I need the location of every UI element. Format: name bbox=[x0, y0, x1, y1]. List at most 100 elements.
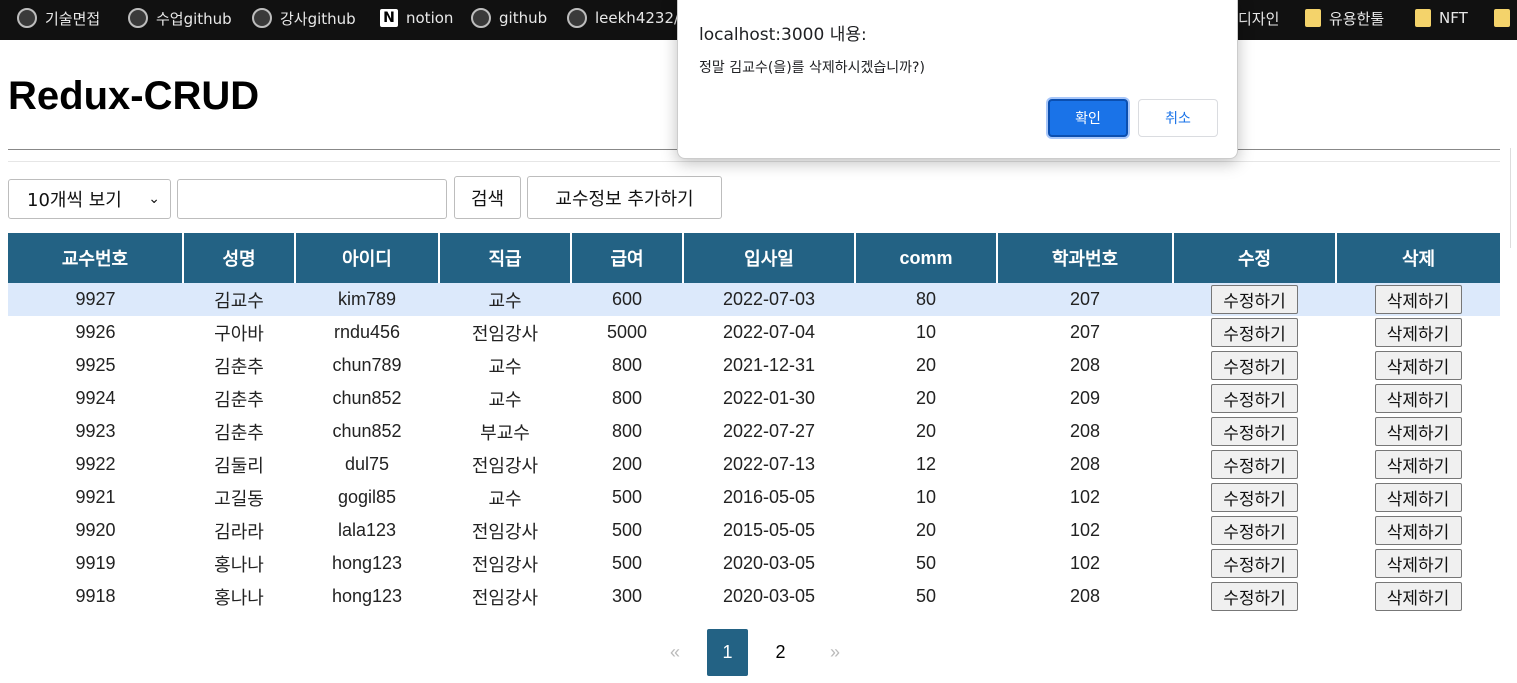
cell-professor-id: 9924 bbox=[75, 388, 116, 408]
edit-button[interactable]: 수정하기 bbox=[1211, 483, 1298, 512]
column-header: 교수번호 bbox=[8, 233, 184, 283]
cell-userid: chun789 bbox=[332, 355, 402, 375]
edit-button[interactable]: 수정하기 bbox=[1211, 549, 1298, 578]
search-button[interactable]: 검색 bbox=[454, 176, 521, 219]
delete-button[interactable]: 삭제하기 bbox=[1374, 483, 1462, 512]
bookmark-item[interactable]: leekh4232/m bbox=[567, 0, 694, 36]
bookmark-item[interactable]: 기술면접 bbox=[17, 0, 100, 36]
cell-deptno: 102 bbox=[1069, 487, 1101, 507]
column-header: 삭제 bbox=[1336, 233, 1500, 283]
pagination-page-2[interactable]: 2 bbox=[760, 629, 801, 676]
bookmark-item[interactable]: NFT bbox=[1415, 0, 1468, 36]
edit-button[interactable]: 수정하기 bbox=[1211, 318, 1298, 347]
edit-button[interactable]: 수정하기 bbox=[1211, 285, 1298, 314]
side-panel-edge bbox=[1510, 148, 1517, 248]
table-row: 9926 구아바 rndu456 전임강사 5000 2022-07-04 10 207 수정하… bbox=[8, 316, 1500, 349]
delete-button[interactable]: 삭제하기 bbox=[1374, 285, 1462, 314]
cell-action: 수정하기 bbox=[1173, 448, 1336, 481]
pagination-next[interactable]: » bbox=[824, 629, 846, 676]
bookmark-label: 수업github bbox=[156, 9, 232, 28]
cell-position: 교수 bbox=[488, 488, 522, 509]
cell-comm: 10 bbox=[915, 487, 937, 507]
table-row: 9920 김라라 lala123 전임강사 500 2015-05-05 20 102 수정하기… bbox=[8, 514, 1500, 547]
column-header: comm bbox=[855, 233, 998, 283]
edit-button[interactable]: 수정하기 bbox=[1211, 450, 1298, 479]
delete-button[interactable]: 삭제하기 bbox=[1374, 384, 1462, 413]
table-row: 9918 홍나나 hong123 전임강사 300 2020-03-05 50 208 수정하기… bbox=[8, 580, 1500, 613]
cell-action: 수정하기 bbox=[1173, 547, 1336, 580]
edit-button[interactable]: 수정하기 bbox=[1211, 582, 1298, 611]
cell-deptno: 207 bbox=[997, 283, 1173, 316]
delete-button[interactable]: 삭제하기 bbox=[1374, 318, 1462, 347]
cell-professor-id: 9918 bbox=[75, 586, 116, 606]
cell-userid: hong123 bbox=[331, 553, 403, 573]
cell-salary: 500 bbox=[611, 553, 643, 573]
folder-icon bbox=[1494, 9, 1510, 27]
cell-hiredate: 2022-07-27 bbox=[722, 421, 816, 441]
dialog-message: 정말 김교수(을)를 삭제하시겠습니까?) bbox=[699, 60, 925, 76]
add-professor-button[interactable]: 교수정보 추가하기 bbox=[527, 176, 722, 219]
cell-position: 전임강사 bbox=[471, 521, 539, 542]
cell-userid: gogil85 bbox=[337, 487, 397, 507]
edit-button[interactable]: 수정하기 bbox=[1211, 417, 1298, 446]
dialog-ok-button[interactable]: 확인 bbox=[1048, 99, 1128, 137]
cell-comm: 12 bbox=[915, 454, 937, 474]
delete-button[interactable]: 삭제하기 bbox=[1374, 450, 1462, 479]
edit-button[interactable]: 수정하기 bbox=[1211, 516, 1298, 545]
cell-comm: 80 bbox=[855, 283, 997, 316]
cell-comm: 20 bbox=[915, 388, 937, 408]
notion-icon: N bbox=[380, 9, 398, 27]
bookmark-item[interactable]: github bbox=[471, 0, 547, 36]
edit-button[interactable]: 수정하기 bbox=[1211, 384, 1298, 413]
bookmark-item[interactable] bbox=[1494, 0, 1510, 36]
cell-salary: 500 bbox=[611, 487, 643, 507]
cell-professor-id: 9922 bbox=[75, 454, 116, 474]
table-row: 9924 김춘추 chun852 교수 800 2022-01-30 20 209 수정하기 삭제… bbox=[8, 382, 1500, 415]
cell-comm: 50 bbox=[915, 586, 937, 606]
bookmark-item[interactable]: 수업github bbox=[128, 0, 232, 36]
cell-professor-id: 9925 bbox=[75, 355, 116, 375]
delete-button[interactable]: 삭제하기 bbox=[1374, 549, 1462, 578]
cell-position: 교수 bbox=[488, 356, 522, 377]
page-size-select[interactable]: 10개씩 보기 ⌄ bbox=[8, 179, 171, 219]
delete-button[interactable]: 삭제하기 bbox=[1374, 516, 1462, 545]
table-row: 9919 홍나나 hong123 전임강사 500 2020-03-05 50 102 수정하기… bbox=[8, 547, 1500, 580]
cell-name: 고길동 bbox=[214, 488, 264, 509]
cell-deptno: 208 bbox=[1069, 355, 1101, 375]
search-input[interactable] bbox=[177, 179, 447, 219]
page-size-value: 10개씩 보기 bbox=[27, 190, 122, 211]
cell-name: 김둘리 bbox=[214, 455, 264, 476]
cell-salary: 600 bbox=[571, 283, 683, 316]
bookmark-item[interactable]: 강사github bbox=[252, 0, 356, 36]
cell-userid: rndu456 bbox=[333, 322, 401, 342]
delete-button[interactable]: 삭제하기 bbox=[1374, 417, 1462, 446]
bookmark-label: notion bbox=[406, 9, 454, 27]
pagination-page-1[interactable]: 1 bbox=[707, 629, 748, 676]
bookmark-item[interactable]: Nnotion bbox=[380, 0, 453, 36]
bookmark-item[interactable]: 디자인 bbox=[1238, 0, 1279, 36]
edit-button[interactable]: 수정하기 bbox=[1211, 351, 1298, 380]
cell-position: 부교수 bbox=[480, 422, 530, 443]
delete-button[interactable]: 삭제하기 bbox=[1374, 582, 1462, 611]
cell-salary: 500 bbox=[611, 520, 643, 540]
folder-icon bbox=[1415, 9, 1431, 27]
bookmark-item[interactable]: 유용한툴 bbox=[1305, 0, 1384, 36]
cell-name: 김라라 bbox=[214, 521, 264, 542]
cell-action: 수정하기 bbox=[1173, 382, 1336, 415]
cell-action: 삭제하기 bbox=[1336, 283, 1500, 316]
folder-icon bbox=[1305, 9, 1321, 27]
cell-name: 김교수 bbox=[183, 283, 295, 316]
cell-professor-id: 9920 bbox=[75, 520, 116, 540]
pagination-prev[interactable]: « bbox=[664, 629, 686, 676]
github-icon bbox=[567, 8, 587, 28]
github-icon bbox=[128, 8, 148, 28]
dialog-cancel-button[interactable]: 취소 bbox=[1138, 99, 1218, 137]
cell-salary: 5000 bbox=[606, 322, 648, 342]
delete-button[interactable]: 삭제하기 bbox=[1374, 351, 1462, 380]
confirm-dialog: localhost:3000 내용: 정말 김교수(을)를 삭제하시겠습니까?)… bbox=[677, 0, 1238, 159]
cell-action: 수정하기 bbox=[1173, 316, 1336, 349]
page-title: Redux-CRUD bbox=[8, 74, 260, 118]
cell-userid: kim789 bbox=[295, 283, 439, 316]
cell-userid: dul75 bbox=[344, 454, 390, 474]
cell-deptno: 208 bbox=[1069, 454, 1101, 474]
